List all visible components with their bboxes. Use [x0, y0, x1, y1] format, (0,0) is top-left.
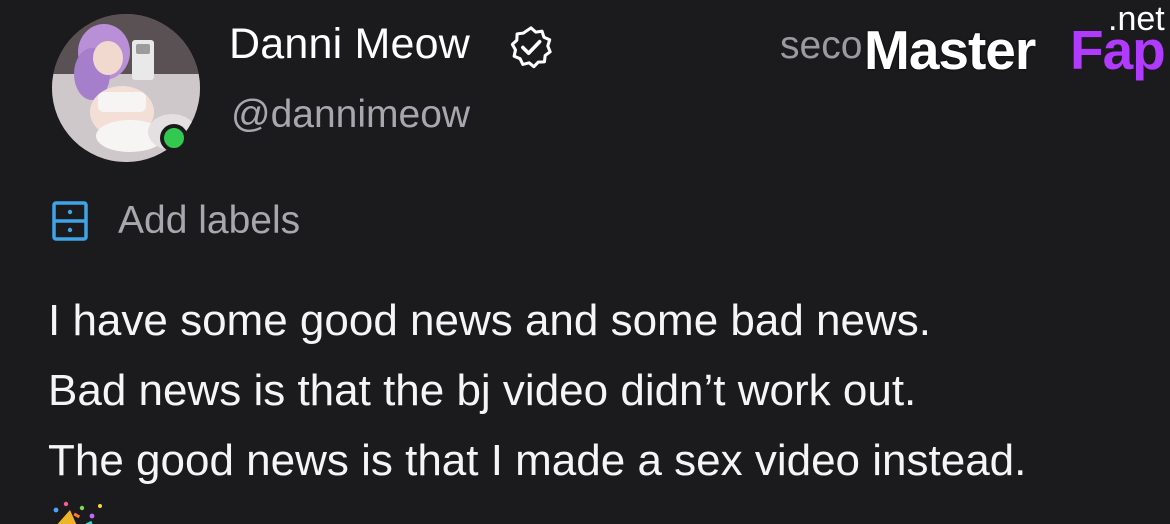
- user-handle[interactable]: @dannimeow: [231, 93, 470, 137]
- label-drawer-icon: [52, 201, 88, 241]
- verified-badge-icon: [510, 26, 552, 69]
- watermark-net-text: .net: [1108, 0, 1165, 38]
- watermark-master-text: Master: [864, 19, 1036, 81]
- post-body: I have some good news and some bad news.…: [48, 286, 1158, 496]
- post-line: I have some good news and some bad news.: [48, 296, 931, 345]
- add-labels-label: Add labels: [118, 199, 301, 242]
- post-timestamp: seco: [780, 24, 863, 67]
- post-line: The good news is that I made a sex video…: [48, 436, 1027, 485]
- party-popper-icon: [53, 501, 102, 524]
- post-line: Bad news is that the bj video didn’t wor…: [48, 366, 917, 415]
- add-labels-button[interactable]: Add labels: [50, 196, 300, 246]
- online-status-dot: [160, 124, 188, 152]
- display-name[interactable]: Danni Meow: [229, 20, 470, 69]
